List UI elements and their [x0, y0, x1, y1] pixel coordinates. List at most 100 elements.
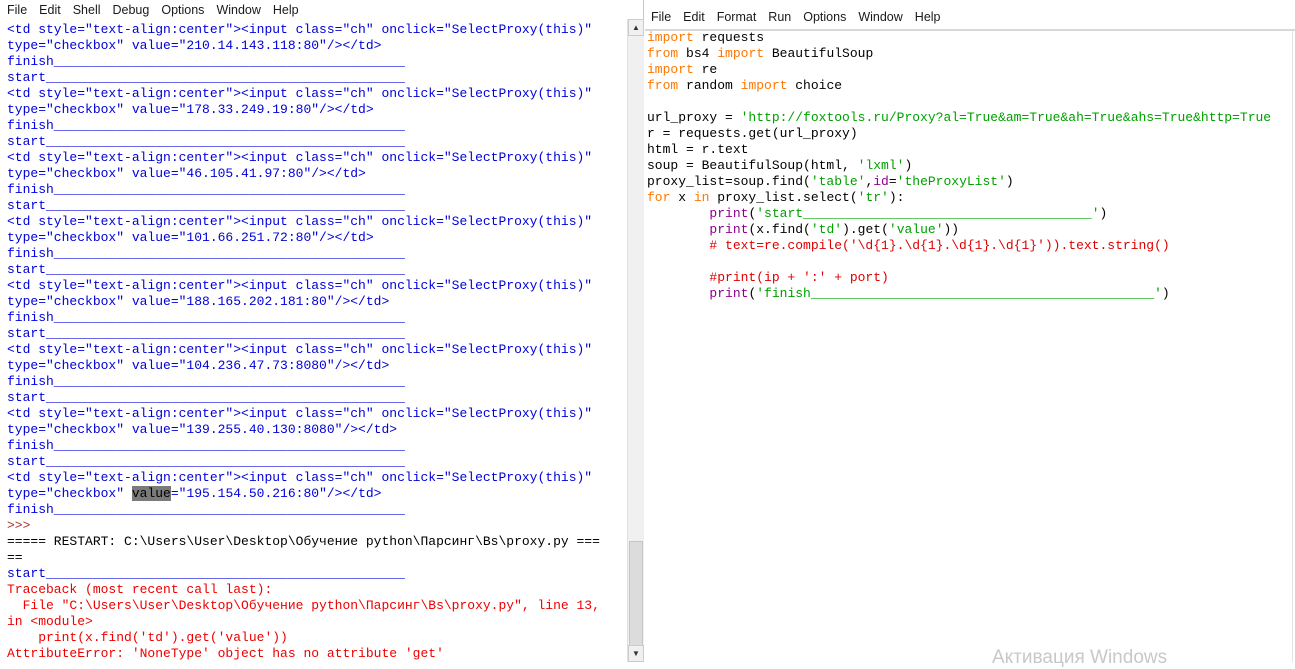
text-segment: finish__________________________________… [7, 310, 405, 325]
code-line: # text=re.compile('\d{1}.\d{1}.\d{1}.\d{… [647, 238, 1287, 254]
text-segment: type="checkbox" value="104.236.47.73:808… [7, 358, 390, 373]
shell-line: start___________________________________… [7, 390, 627, 406]
text-segment: >>> [7, 518, 39, 533]
text-segment: random [678, 78, 741, 93]
text-segment: 'table' [810, 174, 866, 189]
text-segment: start___________________________________… [7, 134, 405, 149]
text-segment: start___________________________________… [7, 198, 405, 213]
text-segment: finish__________________________________… [7, 374, 405, 389]
text-segment: <td style="text-align:center"><input cla… [7, 406, 593, 421]
text-segment: finish__________________________________… [7, 246, 405, 261]
text-segment: <td style="text-align:center"><input cla… [7, 470, 593, 485]
code-line: print(x.find('td').get('value')) [647, 222, 1287, 238]
menu-file[interactable]: File [645, 10, 677, 24]
text-segment: 'lxml' [857, 158, 905, 173]
text-segment: AttributeError: 'NoneType' object has no… [7, 646, 444, 661]
text-segment: 'start__________________________________… [756, 206, 1100, 221]
shell-line: >>> [7, 518, 627, 534]
text-segment: html = r.text [647, 142, 749, 157]
menu-window[interactable]: Window [852, 10, 908, 24]
menu-edit[interactable]: Edit [33, 3, 67, 17]
text-segment: import [717, 46, 765, 61]
text-segment: 'value' [888, 222, 944, 237]
selected-text: value [131, 486, 171, 501]
menu-window[interactable]: Window [210, 3, 266, 17]
text-segment: choice [787, 78, 843, 93]
text-segment: (x.find( [748, 222, 811, 237]
text-segment: 'http://foxtools.ru/Proxy?al=True&am=Tru… [740, 110, 1272, 125]
text-segment: type="checkbox" value="101.66.251.72:80"… [7, 230, 374, 245]
shell-line: <td style="text-align:center"><input cla… [7, 86, 627, 102]
menu-run[interactable]: Run [762, 10, 797, 24]
shell-line: AttributeError: 'NoneType' object has no… [7, 646, 627, 662]
menu-help[interactable]: Help [267, 3, 305, 17]
text-segment: r = requests.get(url_proxy) [647, 126, 858, 141]
text-segment: <td style="text-align:center"><input cla… [7, 22, 593, 37]
shell-line: start___________________________________… [7, 262, 627, 278]
menu-file[interactable]: File [1, 3, 33, 17]
code-editor[interactable]: import requests from bs4 import Beautiful… [647, 30, 1287, 662]
shell-line: finish__________________________________… [7, 182, 627, 198]
text-segment: print [709, 206, 749, 221]
scrollbar-thumb[interactable] [629, 541, 643, 647]
menu-format[interactable]: Format [711, 10, 763, 24]
text-segment: finish__________________________________… [7, 54, 405, 69]
text-segment: start___________________________________… [7, 454, 405, 469]
text-segment: print [709, 222, 749, 237]
shell-line: <td style="text-align:center"><input cla… [7, 342, 627, 358]
text-segment: finish__________________________________… [7, 502, 405, 517]
text-segment: <td style="text-align:center"><input cla… [7, 214, 593, 229]
shell-line: type="checkbox" value="188.165.202.181:8… [7, 294, 627, 310]
text-segment [647, 222, 709, 237]
text-segment: type="checkbox" value="46.105.41.97:80"/… [7, 166, 366, 181]
shell-line: <td style="text-align:center"><input cla… [7, 214, 627, 230]
code-line: url_proxy = 'http://foxtools.ru/Proxy?al… [647, 110, 1287, 126]
shell-line: <td style="text-align:center"><input cla… [7, 150, 627, 166]
text-segment: finish__________________________________… [7, 118, 405, 133]
text-segment: ) [1099, 206, 1108, 221]
shell-line: finish__________________________________… [7, 438, 627, 454]
shell-line: start___________________________________… [7, 134, 627, 150]
text-segment: type="checkbox" value="139.255.40.130:80… [7, 422, 398, 437]
code-line: print('start____________________________… [647, 206, 1287, 222]
shell-line: type="checkbox" value="178.33.249.19:80"… [7, 102, 627, 118]
text-segment: #print(ip + ':' + port) [647, 270, 889, 285]
text-segment: <td style="text-align:center"><input cla… [7, 86, 593, 101]
shell-line: type="checkbox" value="101.66.251.72:80"… [7, 230, 627, 246]
menu-options[interactable]: Options [797, 10, 852, 24]
menu-edit[interactable]: Edit [677, 10, 711, 24]
text-segment: )) [943, 222, 960, 237]
text-segment: start___________________________________… [7, 70, 405, 85]
shell-line: type="checkbox" value="210.14.143.118:80… [7, 38, 627, 54]
text-segment: # text=re.compile('\d{1}.\d{1}.\d{1}.\d{… [647, 238, 1170, 253]
scroll-up-arrow-icon[interactable]: ▲ [628, 19, 644, 36]
text-segment: ="195.154.50.216:80"/></td> [170, 486, 382, 501]
text-segment: ===== RESTART: C:\Users\User\Desktop\Обу… [7, 534, 600, 549]
shell-line: type="checkbox" value="139.255.40.130:80… [7, 422, 627, 438]
code-line: html = r.text [647, 142, 1287, 158]
shell-line: File "C:\Users\User\Desktop\Обучение pyt… [7, 598, 627, 614]
shell-line: ===== RESTART: C:\Users\User\Desktop\Обу… [7, 534, 627, 550]
text-segment: start___________________________________… [7, 566, 405, 581]
text-segment: ) [904, 158, 913, 173]
text-segment: 'finish_________________________________… [756, 286, 1162, 301]
text-segment: print(x.find('td').get('value')) [7, 630, 288, 645]
text-segment: import [647, 30, 694, 45]
shell-line: start___________________________________… [7, 70, 627, 86]
shell-line: start___________________________________… [7, 326, 627, 342]
menu-shell[interactable]: Shell [67, 3, 107, 17]
menu-debug[interactable]: Debug [107, 3, 156, 17]
text-segment: from [647, 78, 679, 93]
text-segment: Traceback (most recent call last): [7, 582, 273, 597]
shell-output[interactable]: <td style="text-align:center"><input cla… [7, 22, 627, 662]
menu-options[interactable]: Options [155, 3, 210, 17]
scroll-down-arrow-icon[interactable]: ▼ [628, 645, 644, 662]
shell-scrollbar[interactable]: ▲ ▼ [627, 19, 644, 662]
shell-line: start___________________________________… [7, 198, 627, 214]
text-segment: re [693, 62, 718, 77]
menu-help[interactable]: Help [909, 10, 947, 24]
text-segment: proxy_list.select( [709, 190, 858, 205]
code-line: print('finish___________________________… [647, 286, 1287, 302]
shell-line: <td style="text-align:center"><input cla… [7, 22, 627, 38]
python-shell-window: File Edit Shell Debug Options Window Help <td … [0, 0, 644, 662]
